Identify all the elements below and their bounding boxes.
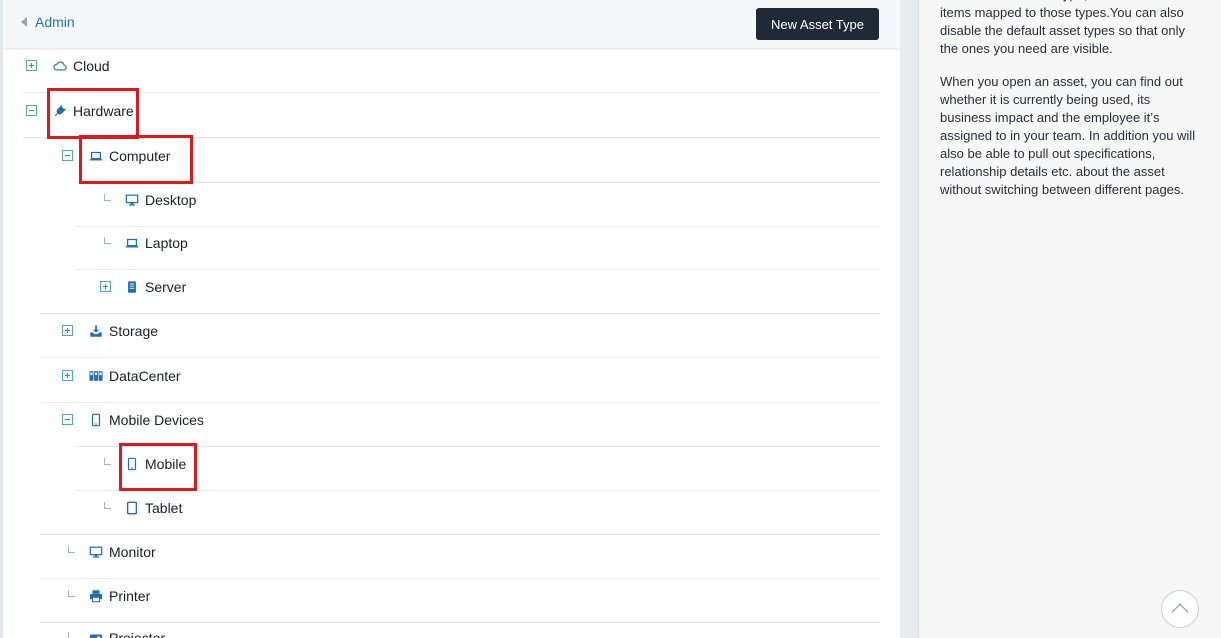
- mobile-phone-icon: [125, 457, 139, 471]
- tree-node-projector[interactable]: Projector: [89, 630, 165, 638]
- tree-node-hardware[interactable]: Hardware: [53, 103, 134, 119]
- row-divider: [76, 490, 880, 491]
- mobile-phone-icon: [89, 413, 103, 427]
- laptop-icon: [89, 149, 103, 163]
- tree-node-label: Monitor: [109, 544, 156, 560]
- row-divider: [40, 622, 880, 623]
- tree-node-label: Storage: [109, 323, 159, 339]
- expand-storage-toggle[interactable]: [62, 325, 73, 336]
- tree-node-label: Desktop: [145, 192, 197, 208]
- tablet-icon: [125, 501, 139, 515]
- tree-node-label: Computer: [109, 148, 171, 164]
- tree-node-storage[interactable]: Storage: [89, 323, 158, 339]
- tree-branch-line: [104, 194, 111, 201]
- tree-branch-line: [68, 546, 75, 553]
- tree-branch-line: [68, 590, 75, 597]
- tree-node-cloud[interactable]: Cloud: [53, 58, 110, 74]
- row-divider: [76, 446, 880, 447]
- tree-node-printer[interactable]: Printer: [89, 588, 150, 604]
- row-divider: [76, 182, 880, 183]
- row-divider: [40, 313, 880, 314]
- row-divider: [40, 402, 880, 403]
- new-asset-type-button[interactable]: New Asset Type: [756, 8, 879, 40]
- tree-node-server[interactable]: Server: [125, 279, 186, 295]
- printer-icon: [89, 589, 103, 603]
- row-divider: [23, 137, 880, 138]
- tree-node-laptop[interactable]: Laptop: [125, 235, 188, 251]
- expand-cloud-toggle[interactable]: [26, 60, 37, 71]
- laptop-icon: [125, 236, 139, 250]
- tree-branch-line: [68, 632, 75, 638]
- row-divider: [40, 578, 880, 579]
- tree-node-label: Laptop: [145, 235, 188, 251]
- help-paragraph: within another asset type, and have seve…: [940, 0, 1190, 56]
- tree-node-tablet[interactable]: Tablet: [125, 500, 182, 516]
- storage-icon: [89, 324, 103, 338]
- tree-node-label: Hardware: [73, 103, 134, 119]
- expand-server-toggle[interactable]: [100, 281, 111, 292]
- row-divider: [40, 357, 880, 358]
- tree-node-label: Server: [145, 279, 187, 295]
- monitor-icon: [89, 545, 103, 559]
- tree-node-label: Cloud: [73, 58, 110, 74]
- collapse-computer-toggle[interactable]: [62, 150, 73, 161]
- scroll-to-top-button[interactable]: [1161, 590, 1199, 628]
- tree-branch-line: [104, 458, 111, 465]
- desktop-monitor-icon: [125, 193, 139, 207]
- tree-node-label: DataCenter: [109, 368, 181, 384]
- tree-branch-line: [104, 237, 111, 244]
- tree-node-label: Mobile Devices: [109, 412, 204, 428]
- tree-node-computer[interactable]: Computer: [89, 148, 170, 164]
- row-divider: [76, 226, 880, 227]
- datacenter-icon: [89, 369, 103, 383]
- tree-node-label: Mobile: [145, 456, 187, 472]
- server-icon: [125, 280, 139, 294]
- tree-node-mobile-devices[interactable]: Mobile Devices: [89, 412, 204, 428]
- back-arrow-icon: [21, 17, 27, 27]
- chevron-up-icon: [1171, 603, 1189, 621]
- asset-type-panel: Admin New Asset Type Cloud Hardware Comp…: [0, 0, 900, 638]
- projector-icon: [89, 631, 103, 638]
- back-link[interactable]: Admin: [21, 14, 75, 30]
- tree-node-label: Printer: [109, 588, 151, 604]
- tree-node-mobile[interactable]: Mobile: [125, 456, 186, 472]
- tree-node-desktop[interactable]: Desktop: [125, 192, 196, 208]
- tree-branch-line: [104, 502, 111, 509]
- tree-node-monitor[interactable]: Monitor: [89, 544, 156, 560]
- tree-node-label: Tablet: [145, 500, 183, 516]
- tree-node-label: Projector: [109, 630, 166, 638]
- plug-icon: [53, 104, 67, 118]
- help-paragraph: When you open an asset, you can find out…: [940, 74, 1196, 197]
- top-bar: Admin New Asset Type: [3, 0, 900, 48]
- help-sidebar: within another asset type, and have seve…: [918, 0, 1221, 638]
- row-divider: [40, 534, 880, 535]
- tree-node-datacenter[interactable]: DataCenter: [89, 368, 181, 384]
- collapse-hardware-toggle[interactable]: [26, 105, 37, 116]
- collapse-mobile-devices-toggle[interactable]: [62, 414, 73, 425]
- row-divider: [76, 269, 880, 270]
- cloud-icon: [53, 59, 67, 73]
- expand-datacenter-toggle[interactable]: [62, 370, 73, 381]
- row-divider: [23, 92, 880, 93]
- back-link-label: Admin: [35, 14, 75, 30]
